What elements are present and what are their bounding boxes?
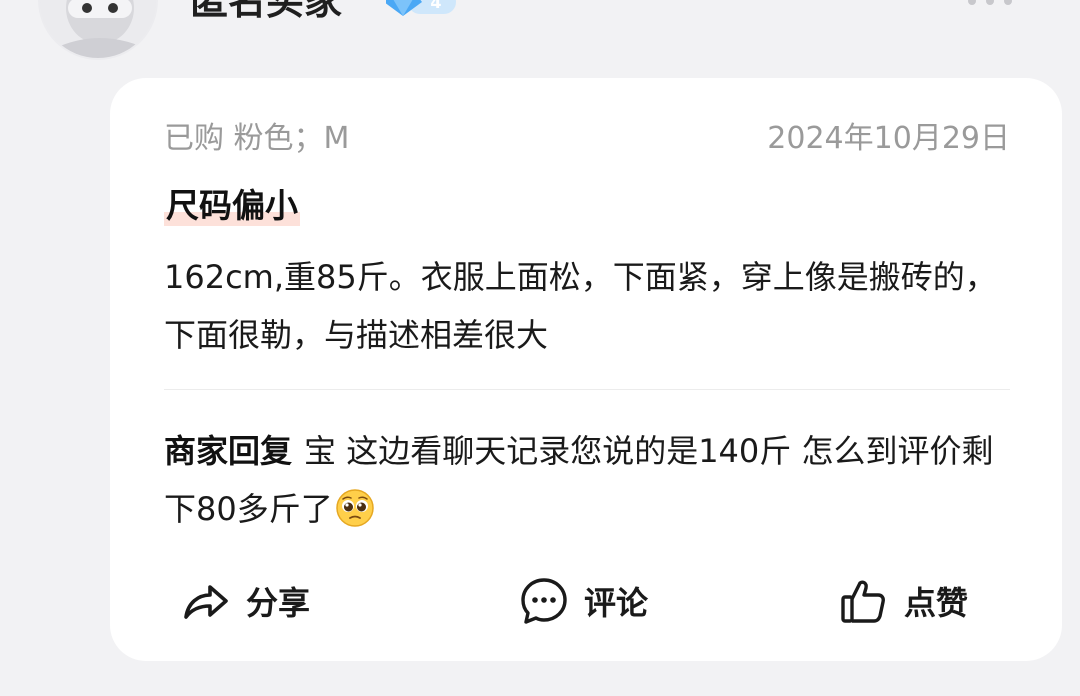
merchant-reply: 商家回复宝 这边看聊天记录您说的是140斤 怎么到评价剩下80多斤了 <box>164 422 1014 538</box>
share-label: 分享 <box>246 584 311 622</box>
reviewer-name[interactable]: 匿名买家 <box>190 0 342 26</box>
merchant-reply-label: 商家回复 <box>164 432 293 470</box>
comment-label: 评论 <box>584 584 649 622</box>
like-button[interactable]: 点赞 <box>838 572 968 630</box>
review-text: 162cm,重85斤。衣服上面松，下面紧，穿上像是搬砖的，下面很勒，与描述相差很… <box>164 258 997 354</box>
size-tag: 尺码偏小 <box>164 182 300 230</box>
reviewer-header: 匿名买家 4 <box>0 0 1080 70</box>
divider <box>164 389 1010 390</box>
comment-bubble-icon <box>521 578 567 624</box>
review-date: 2024年10月29日 <box>767 121 1010 156</box>
share-arrow-icon <box>184 585 228 619</box>
purchase-info: 已购 粉色；M <box>164 121 350 156</box>
avatar[interactable] <box>38 0 158 60</box>
comment-button[interactable]: 评论 <box>518 572 648 630</box>
anonymous-ninja-avatar-icon <box>40 0 156 58</box>
more-options-icon[interactable] <box>966 0 1014 10</box>
diamond-level-icon: 4 <box>384 0 456 16</box>
review-meta: 已购 粉色；M 2024年10月29日 <box>164 118 1010 160</box>
share-button[interactable]: 分享 <box>180 572 310 630</box>
level-number: 4 <box>430 0 441 12</box>
level-badge: 4 <box>384 0 458 16</box>
review-card: 已购 粉色；M 2024年10月29日 尺码偏小 162cm,重85斤。衣服上面… <box>110 78 1062 661</box>
pleading-face-emoji-icon <box>335 489 374 527</box>
thumbs-up-icon <box>841 580 885 623</box>
like-label: 点赞 <box>904 584 969 622</box>
